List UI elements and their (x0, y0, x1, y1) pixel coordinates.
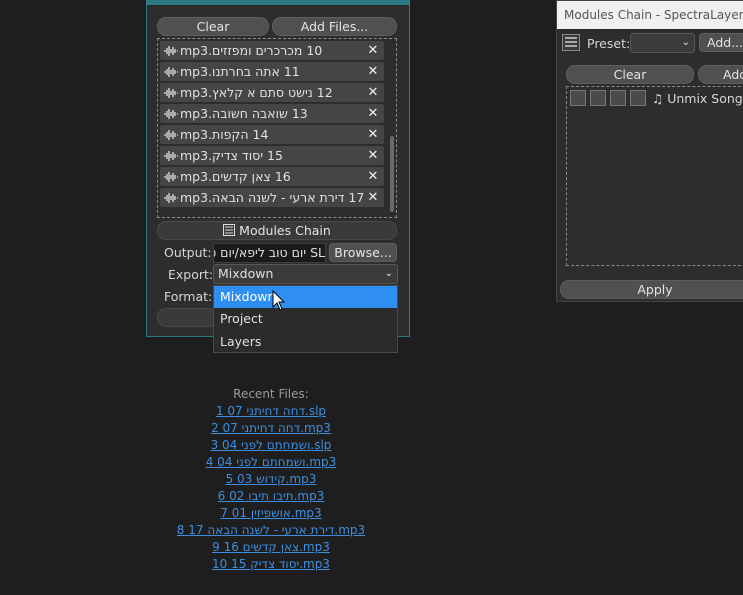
waveform-icon (164, 108, 178, 119)
remove-file-icon[interactable]: ✕ (366, 169, 380, 184)
file-row[interactable]: 11 אתה בחרתנו.mp3 ✕ (160, 62, 384, 81)
mouse-cursor-icon (272, 290, 286, 311)
preset-select[interactable]: ⌄ (630, 33, 695, 53)
waveform-icon (164, 171, 178, 182)
module-settings-icon[interactable] (590, 90, 606, 106)
file-row[interactable]: 13 שואבה חשובה.mp3 ✕ (160, 104, 384, 123)
file-name: 13 שואבה חשובה.mp3 (180, 106, 308, 121)
clear-button[interactable]: Clear (157, 17, 269, 36)
waveform-icon (164, 66, 178, 77)
export-label: Export: (168, 267, 214, 282)
recent-file-link[interactable]: 1 07 דחה דחיתני.slp (146, 403, 396, 420)
modules-chain-label: Modules Chain (239, 223, 331, 238)
remove-file-icon[interactable]: ✕ (366, 148, 380, 163)
file-name: 17 דירת ארעי - לשנה הבאה.mp3 (180, 190, 365, 205)
waveform-icon (164, 129, 178, 140)
file-name: 10 מכרכרים ומפזזים.mp3 (180, 43, 323, 58)
waveform-icon (164, 45, 178, 56)
recent-file-link[interactable]: 3 04 ושמחתם לפני.slp (146, 437, 396, 454)
chain-add-button[interactable]: Add (698, 65, 743, 84)
module-name: Unmix Song (667, 91, 743, 106)
remove-file-icon[interactable]: ✕ (366, 127, 380, 142)
panel-top-border (147, 0, 409, 5)
recent-file-link[interactable]: 9 16 צאן קדשים.mp3 (146, 539, 396, 556)
apply-button[interactable]: Apply (560, 280, 743, 299)
recent-file-link[interactable]: 4 04 ושמחתם לפני.mp3 (146, 454, 396, 471)
module-chain-area[interactable] (566, 86, 743, 266)
export-action-button[interactable] (157, 308, 217, 327)
modules-chain-button[interactable]: Modules Chain (157, 221, 397, 240)
export-select[interactable]: Mixdown ⌄ (213, 264, 398, 284)
preset-add-button[interactable]: Add... (699, 33, 743, 52)
file-row[interactable]: 17 דירת ארעי - לשנה הבאה.mp3 ✕ (160, 188, 384, 207)
waveform-icon (164, 150, 178, 161)
module-layers-icon[interactable] (630, 90, 646, 106)
remove-file-icon[interactable]: ✕ (366, 190, 380, 205)
option-project[interactable]: Project (214, 308, 397, 330)
chain-clear-button[interactable]: Clear (566, 65, 694, 84)
file-row[interactable]: 16 צאן קדשים.mp3 ✕ (160, 167, 384, 186)
remove-file-icon[interactable]: ✕ (366, 85, 380, 100)
recent-file-link[interactable]: 2 07 דחה דחיתני.mp3 (146, 420, 396, 437)
browse-button[interactable]: Browse... (329, 243, 397, 262)
waveform-icon (164, 87, 178, 98)
remove-file-icon[interactable]: ✕ (366, 43, 380, 58)
module-bypass-icon[interactable] (570, 90, 586, 106)
file-list-scrollbar[interactable] (390, 136, 394, 212)
chevron-down-icon: ⌄ (681, 37, 690, 48)
file-name: 12 נישט סתם א קלאץ.mp3 (180, 85, 333, 100)
file-row[interactable]: 10 מכרכרים ומפזזים.mp3 ✕ (160, 41, 384, 60)
recent-file-link[interactable]: 7 01 אושפיזין.mp3 (146, 505, 396, 522)
option-mixdown[interactable]: Mixdown (214, 286, 397, 308)
chevron-down-icon: ⌄ (384, 268, 393, 279)
module-grid-icon[interactable] (610, 90, 626, 106)
file-name: 11 אתה בחרתנו.mp3 (180, 64, 300, 79)
export-select-value: Mixdown (218, 266, 274, 281)
file-name: 15 יסוד צדיק.mp3 (180, 148, 283, 163)
modules-chain-icon (223, 224, 236, 236)
format-label: Format: (164, 289, 213, 304)
file-row[interactable]: 14 הקפות.mp3 ✕ (160, 125, 384, 144)
window-title: Modules Chain - SpectraLayers Pro (557, 1, 743, 29)
file-name: 14 הקפות.mp3 (180, 127, 269, 142)
file-row[interactable]: 15 יסוד צדיק.mp3 ✕ (160, 146, 384, 165)
recent-file-link[interactable]: 10 15 יסוד צדיק.mp3 (146, 556, 396, 573)
file-row[interactable]: 12 נישט סתם א קלאץ.mp3 ✕ (160, 83, 384, 102)
remove-file-icon[interactable]: ✕ (366, 106, 380, 121)
module-item[interactable]: ♫ Unmix Song (652, 91, 743, 106)
preset-label: Preset: (587, 36, 631, 51)
recent-file-link[interactable]: 5 03 קידוש.mp3 (146, 471, 396, 488)
recent-files-title: Recent Files: (233, 387, 309, 401)
preset-list-icon[interactable] (562, 34, 580, 51)
export-dropdown[interactable]: Mixdown Project Layers (213, 285, 398, 353)
music-note-icon: ♫ (652, 91, 664, 106)
recent-file-link[interactable]: 8 17 דירת ארעי - לשנה הבאה.mp3 (146, 522, 396, 539)
recent-files: Recent Files: 1 07 דחה דחיתני.slp 2 07 ד… (146, 386, 396, 573)
waveform-icon (164, 192, 178, 203)
recent-file-link[interactable]: 6 02 תיבו תיבו.mp3 (146, 488, 396, 505)
file-list[interactable]: 10 מכרכרים ומפזזים.mp3 ✕ 11 אתה בחרתנו.m… (157, 38, 397, 218)
output-field[interactable]: SL יום טוב ליפא/יום טו (213, 243, 326, 263)
add-files-button[interactable]: Add Files... (272, 17, 397, 36)
option-layers[interactable]: Layers (214, 331, 397, 353)
file-name: 16 צאן קדשים.mp3 (180, 169, 291, 184)
output-label: Output: (164, 245, 212, 260)
remove-file-icon[interactable]: ✕ (366, 64, 380, 79)
